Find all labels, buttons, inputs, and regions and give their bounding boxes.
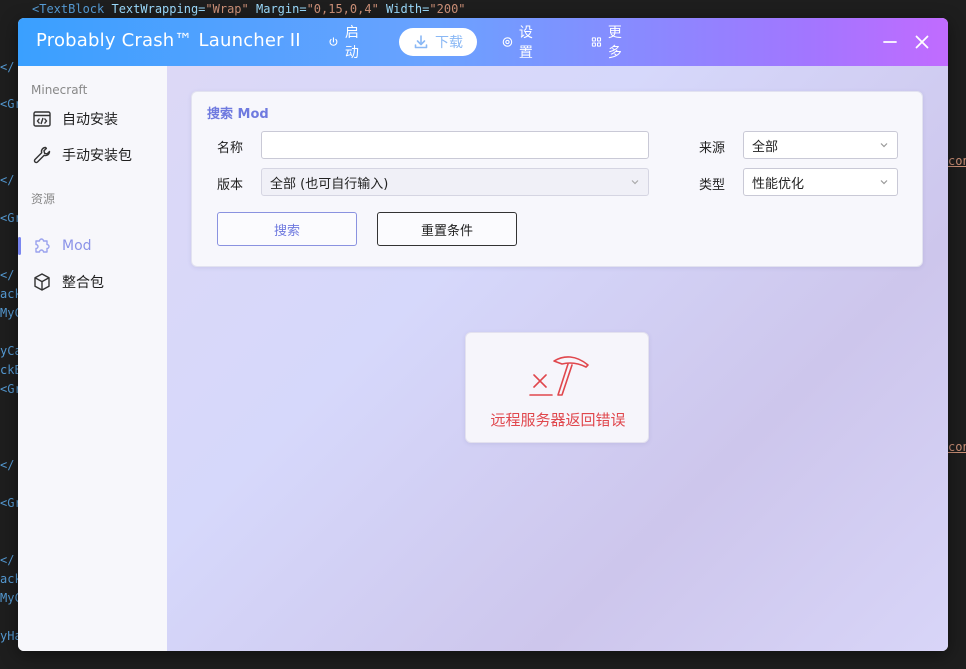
wrench-icon	[33, 146, 51, 164]
close-icon	[915, 35, 929, 49]
error-message: 远程服务器返回错误	[490, 411, 626, 429]
code-top-line: <TextBlock TextWrapping="Wrap" Margin="0…	[32, 2, 466, 16]
sidebar-item-mod[interactable]: Mod	[18, 229, 167, 263]
code-fragment: </	[0, 173, 15, 187]
sidebar-section-resources: 资源	[31, 192, 56, 206]
sidebar-item-auto-install[interactable]: 自动安装	[18, 102, 167, 136]
source-select[interactable]: 全部	[743, 131, 898, 159]
code-fragment: </	[0, 60, 15, 74]
launcher-window: Probably Crash™ Launcher II 启动 下载 设置 更多	[18, 18, 948, 651]
package-box-icon	[34, 273, 50, 291]
sidebar-item-label: 手动安装包	[62, 148, 132, 164]
minimize-icon	[883, 41, 897, 43]
sidebar-item-modpack[interactable]: 整合包	[18, 265, 167, 299]
main-content: 搜索 Mod 名称 来源 全部 版本 全部 (也可自行输入) 类型 性能优化 搜…	[167, 66, 948, 651]
search-mod-card: 搜索 Mod 名称 来源 全部 版本 全部 (也可自行输入) 类型 性能优化 搜…	[191, 91, 923, 267]
sidebar-item-manual-install[interactable]: 手动安装包	[18, 138, 167, 172]
close-button[interactable]	[910, 30, 934, 54]
nav-more-label: 更多	[607, 25, 622, 61]
name-input[interactable]	[261, 131, 649, 159]
sidebar-section-minecraft: Minecraft	[31, 83, 88, 97]
chevron-down-icon	[880, 143, 888, 148]
nav-start-label: 启动	[344, 25, 359, 61]
source-select-value: 全部	[752, 139, 779, 155]
code-fragment: con	[948, 154, 966, 168]
code-fragment: </	[0, 268, 15, 282]
search-button[interactable]: 搜索	[217, 212, 357, 246]
version-select[interactable]: 全部 (也可自行输入)	[261, 168, 649, 196]
nav-more-button[interactable]: 更多	[579, 25, 639, 61]
reset-filters-button[interactable]: 重置条件	[377, 212, 517, 246]
pickaxe-error-icon	[529, 356, 589, 396]
version-label: 版本	[217, 178, 244, 193]
nav-start-button[interactable]: 启动	[316, 25, 376, 61]
sidebar-item-label: 自动安装	[62, 112, 118, 128]
error-card: 远程服务器返回错误	[465, 332, 649, 443]
sidebar: Minecraft 自动安装 手动安装包 资源 Mod 整合包	[18, 66, 167, 651]
app-title: Probably Crash™ Launcher II	[36, 30, 301, 51]
nav-download-button[interactable]: 下载	[399, 28, 477, 56]
code-fragment: </	[0, 458, 15, 472]
download-icon	[414, 35, 428, 49]
type-select-value: 性能优化	[752, 176, 805, 192]
chevron-down-icon	[880, 180, 888, 185]
type-label: 类型	[699, 178, 726, 193]
puzzle-icon	[35, 238, 50, 253]
nav-download-label: 下载	[435, 35, 463, 51]
grid-icon	[591, 37, 602, 47]
nav-settings-label: 设置	[518, 25, 533, 61]
search-card-title: 搜索 Mod	[207, 107, 269, 122]
code-fragment: con	[948, 440, 966, 454]
settings-icon	[502, 37, 513, 47]
nav-settings-button[interactable]: 设置	[490, 25, 550, 61]
code-window-icon	[33, 111, 51, 127]
power-icon	[329, 37, 338, 46]
title-bar[interactable]: Probably Crash™ Launcher II 启动 下载 设置 更多	[18, 18, 948, 66]
source-label: 来源	[699, 141, 726, 156]
chevron-down-icon	[631, 180, 639, 185]
minimize-button[interactable]	[878, 30, 902, 54]
sidebar-item-label: Mod	[62, 238, 92, 254]
name-label: 名称	[217, 141, 244, 156]
sidebar-item-label: 整合包	[62, 275, 104, 291]
code-fragment: </	[0, 553, 15, 567]
type-select[interactable]: 性能优化	[743, 168, 898, 196]
version-select-value: 全部 (也可自行输入)	[270, 176, 389, 192]
